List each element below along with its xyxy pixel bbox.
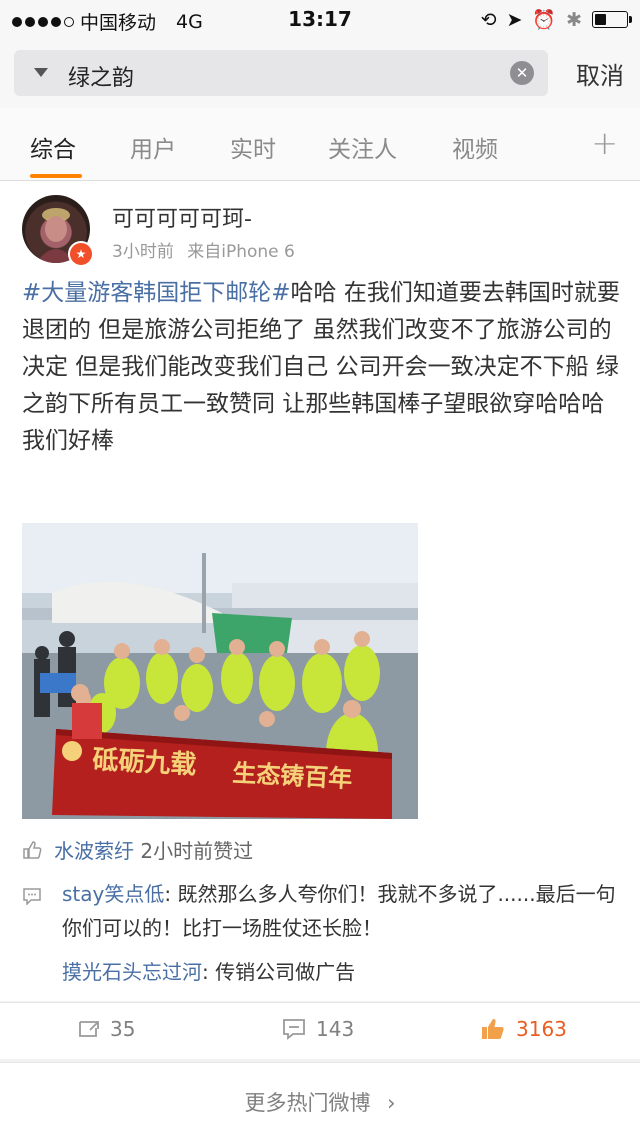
chevron-right-icon: › — [387, 1091, 396, 1115]
comment-count: 143 — [316, 1017, 355, 1041]
post-photo[interactable]: 砥砺九载 生态铸百年 — [22, 523, 418, 819]
tab-video[interactable]: 视频 — [452, 130, 498, 164]
action-bar: 35 143 3163 — [0, 1002, 640, 1059]
tab-users[interactable]: 用户 — [130, 130, 176, 164]
rotation-lock-icon: ⟲ — [480, 8, 497, 31]
dropdown-arrow-icon[interactable] — [34, 68, 48, 77]
alarm-icon: ⏰ — [532, 9, 557, 31]
commenter-name[interactable]: 摸光石头忘过河 — [62, 960, 202, 984]
cancel-button[interactable]: 取消 — [576, 56, 624, 91]
username[interactable]: 可可可可可珂- — [112, 201, 252, 233]
search-input[interactable]: 绿之韵 ✕ — [14, 50, 548, 96]
like-count: 3163 — [516, 1017, 567, 1041]
post-source: 来自iPhone 6 — [187, 242, 295, 262]
more-label[interactable]: 更多热门微博 — [244, 1091, 370, 1115]
clear-icon[interactable]: ✕ — [510, 61, 534, 85]
status-bar: 中国移动 4G 13:17 ⟲ ➤ ⏰ ✱ — [0, 0, 640, 38]
comment-text: : 传销公司做广告 — [202, 960, 356, 984]
tab-bar: 综合 用户 实时 关注人 视频 + — [0, 108, 640, 181]
post-time: 3小时前 — [112, 242, 174, 262]
more-hot-weibo[interactable]: 更多热门微博 › — [0, 1062, 640, 1140]
hashtag-link[interactable]: #大量游客韩国拒下邮轮# — [22, 280, 291, 306]
banner-text-left: 砥砺九载 — [92, 745, 197, 779]
verified-badge-icon: ★ — [68, 241, 94, 267]
tab-realtime[interactable]: 实时 — [230, 130, 276, 164]
comment-item[interactable]: 摸光石头忘过河: 传销公司做广告 — [62, 955, 622, 989]
search-query[interactable]: 绿之韵 — [68, 60, 134, 92]
liker-name[interactable]: 水波萦纡 — [54, 839, 134, 863]
repost-icon — [79, 1021, 99, 1037]
comment-item[interactable]: stay笑点低: 既然那么多人夸你们！我就不多说了......最后一句你们可以的… — [62, 877, 622, 945]
commenter-name[interactable]: stay笑点低 — [62, 882, 164, 906]
tab-following[interactable]: 关注人 — [328, 130, 397, 164]
liked-by-row: 水波萦纡 2小时前赞过 — [22, 835, 253, 864]
active-tab-indicator — [30, 174, 82, 178]
add-tab-icon[interactable]: + — [591, 124, 618, 162]
tab-overview[interactable]: 综合 — [30, 130, 76, 164]
thumbs-up-icon — [23, 840, 42, 859]
battery-icon — [592, 11, 632, 28]
like-button[interactable]: 3163 — [480, 1017, 567, 1041]
location-icon: ➤ — [506, 8, 523, 31]
liked-time: 2小时前赞过 — [140, 839, 254, 863]
post-body: 哈哈 在我们知道要去韩国时就要退团的 但是旅游公司拒绝了 虽然我们改变不了旅游公… — [22, 280, 620, 454]
comment-button[interactable]: 143 — [282, 1017, 354, 1041]
comment-icon — [23, 888, 41, 905]
repost-count: 35 — [110, 1017, 136, 1041]
bluetooth-icon: ✱ — [566, 8, 582, 31]
repost-button[interactable]: 35 — [76, 1017, 135, 1041]
post-text: #大量游客韩国拒下邮轮#哈哈 在我们知道要去韩国时就要退团的 但是旅游公司拒绝了… — [22, 275, 622, 460]
like-icon — [482, 1019, 504, 1039]
search-bar: 绿之韵 ✕ 取消 — [0, 38, 640, 108]
comment-count-icon — [283, 1019, 305, 1040]
post-meta: 3小时前 来自iPhone 6 — [112, 237, 295, 262]
weibo-post: ★ 可可可可可珂- 3小时前 来自iPhone 6 #大量游客韩国拒下邮轮#哈哈… — [0, 181, 640, 1001]
